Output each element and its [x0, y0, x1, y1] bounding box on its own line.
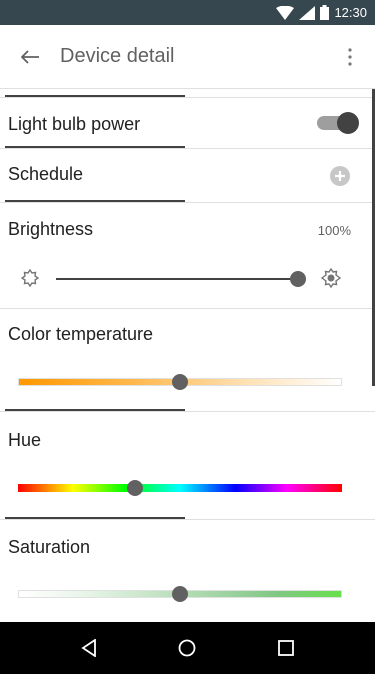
app-bar: Device detail — [0, 25, 375, 89]
toggle-thumb — [337, 112, 359, 134]
brightness-min-button[interactable] — [18, 266, 42, 290]
brightness-label: Brightness — [8, 219, 94, 239]
power-row[interactable]: Light bulb power — [0, 98, 375, 148]
color-temperature-slider[interactable] — [0, 372, 375, 396]
divider — [0, 202, 375, 203]
slider-thumb[interactable] — [172, 586, 188, 602]
brightness-max-button[interactable] — [319, 266, 343, 290]
status-bar: 12:30 — [0, 0, 375, 25]
status-time: 12:30 — [334, 5, 367, 20]
more-vert-icon — [348, 47, 352, 66]
power-label: Light bulb power — [8, 114, 141, 134]
system-nav-bar — [0, 622, 375, 674]
nav-recents-button[interactable] — [262, 624, 310, 672]
recents-square-icon — [277, 640, 294, 656]
hue-slider[interactable] — [0, 478, 375, 502]
divider — [0, 519, 375, 520]
hue-label: Hue — [8, 430, 42, 450]
power-toggle[interactable] — [317, 111, 359, 135]
schedule-label: Schedule — [8, 164, 84, 184]
battery-icon — [320, 5, 330, 20]
back-triangle-icon — [81, 639, 97, 657]
saturation-label: Saturation — [8, 537, 91, 557]
slider-thumb[interactable] — [290, 271, 306, 287]
nav-home-button[interactable] — [163, 624, 211, 672]
more-options-button[interactable] — [325, 25, 375, 89]
brightness-high-icon — [321, 268, 341, 288]
home-circle-icon — [179, 639, 196, 657]
device-detail-content[interactable]: Light bulb power Schedule Brightness 100… — [0, 89, 375, 622]
status-icons — [276, 5, 330, 20]
wifi-icon — [276, 5, 295, 20]
hue-track — [18, 484, 342, 492]
add-circle-icon — [335, 171, 345, 181]
color-temperature-label: Color temperature — [8, 324, 154, 344]
add-schedule-button[interactable] — [330, 166, 350, 186]
slider-thumb[interactable] — [172, 374, 188, 390]
saturation-slider[interactable] — [0, 584, 375, 608]
signal-icon — [299, 5, 316, 20]
nav-back-button[interactable] — [65, 624, 113, 672]
divider — [0, 411, 375, 412]
slider-thumb[interactable] — [127, 480, 143, 496]
slider-track — [56, 278, 298, 280]
page-title: Device detail — [60, 45, 175, 67]
brightness-slider[interactable] — [56, 267, 306, 291]
brightness-low-icon — [21, 269, 39, 287]
schedule-row[interactable]: Schedule — [0, 149, 375, 201]
divider — [0, 308, 375, 309]
brightness-value: 100% — [317, 223, 351, 238]
back-button[interactable] — [0, 25, 60, 89]
back-arrow-icon — [21, 49, 39, 64]
